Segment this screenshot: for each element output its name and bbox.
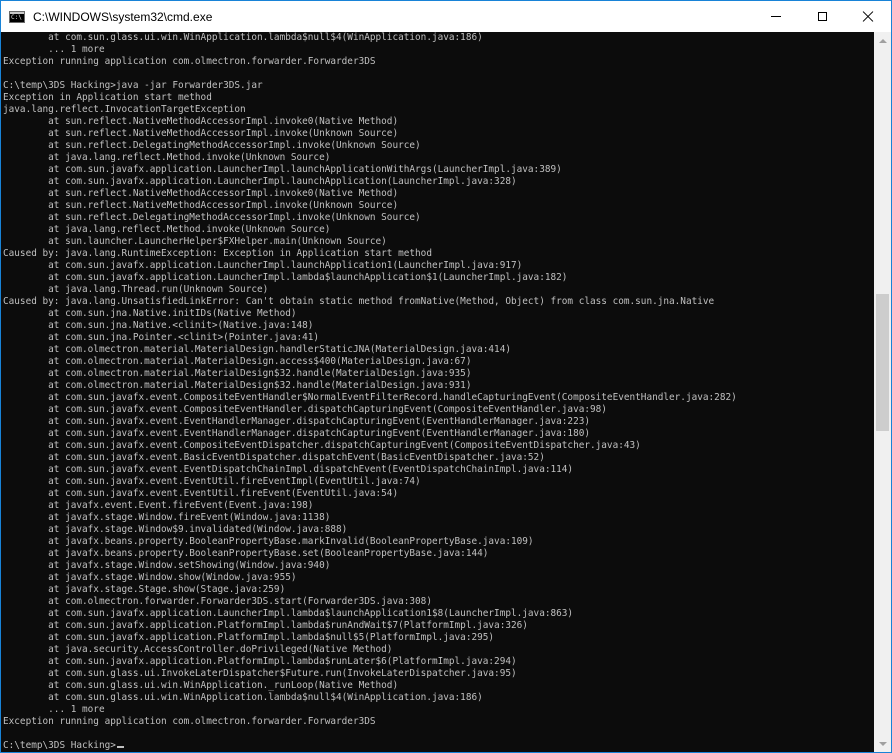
console-line: java.lang.reflect.InvocationTargetExcept… (3, 104, 246, 115)
console-line: at com.sun.javafx.event.EventDispatchCha… (3, 464, 574, 475)
console-line: at com.sun.javafx.application.PlatformIm… (3, 620, 528, 631)
scroll-down-icon (878, 741, 887, 746)
console-line: at com.sun.javafx.event.EventHandlerMana… (3, 428, 590, 439)
console-line: Exception in Application start method (3, 92, 212, 103)
console-line: at java.lang.reflect.Method.invoke(Unkno… (3, 224, 331, 235)
console-line: at com.sun.glass.ui.win.WinApplication.l… (3, 32, 483, 43)
maximize-icon (817, 12, 827, 21)
console-line: at java.security.AccessController.doPriv… (3, 644, 393, 655)
cmd-icon[interactable] (9, 10, 25, 23)
console-line: at com.sun.javafx.application.PlatformIm… (3, 656, 517, 667)
console-line: at com.sun.javafx.application.LauncherIm… (3, 176, 517, 187)
console-line: at javafx.stage.Window.show(Window.java:… (3, 572, 297, 583)
minimize-button[interactable] (753, 1, 799, 32)
command-prompt[interactable]: C:\temp\3DS Hacking> (3, 740, 737, 752)
console-line: at sun.reflect.DelegatingMethodAccessorI… (3, 140, 421, 151)
console-line: at com.sun.javafx.event.CompositeEventHa… (3, 404, 607, 415)
scroll-up-button[interactable] (874, 32, 891, 49)
console-line: at com.sun.glass.ui.win.WinApplication._… (3, 680, 399, 691)
title-bar[interactable]: C:\WINDOWS\system32\cmd.exe (1, 1, 891, 32)
console-line: at sun.reflect.NativeMethodAccessorImpl.… (3, 188, 399, 199)
prompt-text: C:\temp\3DS Hacking> (3, 740, 116, 751)
console-line: ... 1 more (3, 704, 105, 715)
console-line: at javafx.stage.Window$9.invalidated(Win… (3, 524, 348, 535)
console-line: at com.olmectron.forwarder.Forwarder3DS.… (3, 596, 432, 607)
scrollbar-thumb[interactable] (876, 294, 889, 431)
vertical-scrollbar[interactable] (874, 32, 891, 752)
console-lines: at com.sun.glass.ui.win.WinApplication.l… (3, 32, 737, 752)
console-line: at com.sun.glass.ui.win.WinApplication.l… (3, 692, 483, 703)
scroll-down-button[interactable] (874, 735, 891, 752)
console-line: at sun.reflect.NativeMethodAccessorImpl.… (3, 200, 399, 211)
console-line: at sun.launcher.LauncherHelper$FXHelper.… (3, 236, 387, 247)
console-line: at com.sun.jna.Pointer.<clinit>(Pointer.… (3, 332, 320, 343)
console-line: at com.sun.javafx.application.LauncherIm… (3, 272, 568, 283)
console-line: at com.sun.javafx.application.PlatformIm… (3, 632, 495, 643)
console-line: at com.sun.javafx.event.CompositeEventDi… (3, 440, 641, 451)
console-line: Caused by: java.lang.UnsatisfiedLinkErro… (3, 296, 715, 307)
minimize-icon (771, 16, 781, 17)
console-line: Exception running application com.olmect… (3, 56, 376, 67)
console-line: at javafx.stage.Stage.show(Stage.java:25… (3, 584, 286, 595)
console-line: at com.sun.javafx.event.EventHandlerMana… (3, 416, 590, 427)
console-line: at javafx.beans.property.BooleanProperty… (3, 536, 534, 547)
console-line: at com.sun.javafx.application.LauncherIm… (3, 608, 574, 619)
maximize-button[interactable] (799, 1, 845, 32)
console-line: at java.lang.Thread.run(Unknown Source) (3, 284, 269, 295)
console-line: at com.sun.jna.Native.<clinit>(Native.ja… (3, 320, 314, 331)
console-line: at com.olmectron.material.MaterialDesign… (3, 344, 511, 355)
console-line: at javafx.stage.Window.fireEvent(Window.… (3, 512, 331, 523)
console-line: at javafx.stage.Window.setShowing(Window… (3, 560, 331, 571)
console-line: at com.olmectron.material.MaterialDesign… (3, 368, 472, 379)
console-line: at javafx.beans.property.BooleanProperty… (3, 548, 489, 559)
console-line: at com.sun.javafx.event.BasicEventDispat… (3, 452, 545, 463)
console-line: at com.sun.javafx.application.LauncherIm… (3, 260, 523, 271)
console-line: at com.sun.javafx.application.LauncherIm… (3, 164, 562, 175)
console-line: at sun.reflect.NativeMethodAccessorImpl.… (3, 128, 399, 139)
console-line: at com.olmectron.material.MaterialDesign… (3, 356, 472, 367)
console-line: at com.sun.jna.Native.initIDs(Native Met… (3, 308, 297, 319)
console-line: at com.sun.javafx.event.EventUtil.fireEv… (3, 488, 399, 499)
scroll-up-icon (878, 38, 887, 43)
console-line: at com.olmectron.material.MaterialDesign… (3, 380, 472, 391)
console-line: at java.lang.reflect.Method.invoke(Unkno… (3, 152, 331, 163)
console-line: at sun.reflect.DelegatingMethodAccessorI… (3, 212, 421, 223)
close-button[interactable] (845, 1, 891, 32)
console-line: Caused by: java.lang.RuntimeException: E… (3, 248, 432, 259)
console-line: at sun.reflect.NativeMethodAccessorImpl.… (3, 116, 399, 127)
close-icon (862, 11, 874, 23)
window-title: C:\WINDOWS\system32\cmd.exe (33, 9, 213, 24)
console-line: ... 1 more (3, 44, 105, 55)
cmd-window: C:\WINDOWS\system32\cmd.exe at com.sun.g… (0, 0, 892, 753)
console-line: C:\temp\3DS Hacking>java -jar Forwarder3… (3, 80, 263, 91)
console-line: at javafx.event.Event.fireEvent(Event.ja… (3, 500, 314, 511)
console-line: at com.sun.javafx.event.CompositeEventHa… (3, 392, 737, 403)
console-output[interactable]: at com.sun.glass.ui.win.WinApplication.l… (1, 32, 874, 752)
text-cursor (116, 746, 124, 748)
console-line: at com.sun.glass.ui.InvokeLaterDispatche… (3, 668, 517, 679)
console-line: at com.sun.javafx.event.EventUtil.fireEv… (3, 476, 421, 487)
console-line: Exception running application com.olmect… (3, 716, 376, 727)
